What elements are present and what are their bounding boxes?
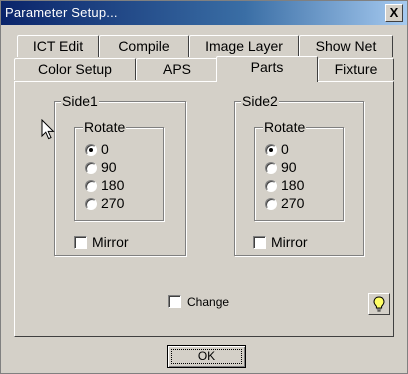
tab-parts[interactable]: Parts	[216, 56, 318, 82]
parts-tab-panel: Side1 Rotate 0 90 180 270 Mirror Side2 R…	[14, 81, 394, 337]
radio-label: 270	[101, 195, 125, 211]
side1-group: Side1 Rotate 0 90 180 270 Mirror	[54, 93, 186, 256]
radio-label: 90	[101, 159, 117, 175]
tab-label: APS	[162, 61, 191, 77]
side2-mirror-label: Mirror	[271, 234, 308, 250]
close-icon: X	[389, 5, 399, 20]
tab-image-layer[interactable]: Image Layer	[189, 35, 299, 57]
hint-button[interactable]	[368, 293, 390, 315]
tab-color-setup[interactable]: Color Setup	[14, 58, 136, 80]
lightbulb-icon	[373, 296, 385, 312]
side2-rotate-group: Rotate 0 90 180 270	[254, 119, 344, 221]
radio-button[interactable]	[85, 180, 97, 192]
tab-aps[interactable]: APS	[136, 58, 218, 80]
radio-button[interactable]	[85, 198, 97, 210]
tab-ict-edit[interactable]: ICT Edit	[17, 35, 99, 57]
tab-compile[interactable]: Compile	[99, 35, 189, 57]
radio-button[interactable]	[265, 144, 277, 156]
close-button[interactable]: X	[385, 4, 403, 22]
radio-button[interactable]	[85, 144, 97, 156]
tab-label: Color Setup	[38, 61, 112, 77]
tab-label: Compile	[118, 38, 170, 54]
tab-label: Image Layer	[205, 38, 283, 54]
radio-label: 180	[101, 177, 125, 193]
window-title: Parameter Setup...	[5, 5, 118, 20]
side1-rotate-group: Rotate 0 90 180 270	[74, 119, 164, 221]
ok-button[interactable]: OK	[167, 345, 246, 368]
title-bar[interactable]: Parameter Setup... X	[1, 1, 407, 25]
side1-mirror-label: Mirror	[92, 234, 129, 250]
side1-title: Side1	[61, 93, 99, 109]
mouse-pointer-icon	[41, 119, 55, 140]
radio-button[interactable]	[265, 198, 277, 210]
radio-button[interactable]	[265, 162, 277, 174]
parameter-setup-dialog: Parameter Setup... X ICT Edit Compile Im…	[0, 0, 408, 374]
tab-label: ICT Edit	[32, 38, 84, 54]
radio-label: 0	[281, 141, 289, 157]
side2-mirror-checkbox[interactable]	[253, 236, 266, 249]
side1-rotate-title: Rotate	[83, 119, 127, 135]
tab-label: Show Net	[315, 38, 377, 54]
side2-title: Side2	[241, 93, 279, 109]
radio-label: 180	[281, 177, 305, 193]
side2-rotate-title: Rotate	[263, 119, 307, 135]
change-label: Change	[187, 295, 230, 309]
radio-button[interactable]	[265, 180, 277, 192]
side1-mirror-checkbox[interactable]	[74, 236, 87, 249]
change-checkbox[interactable]	[168, 295, 181, 308]
radio-label: 90	[281, 159, 297, 175]
radio-label: 0	[101, 141, 109, 157]
tab-label: Parts	[250, 59, 284, 75]
tab-label: Fixture	[334, 61, 378, 77]
radio-button[interactable]	[85, 162, 97, 174]
tab-fixture[interactable]: Fixture	[318, 58, 394, 80]
radio-label: 270	[281, 195, 305, 211]
tab-show-net[interactable]: Show Net	[299, 35, 393, 57]
focus-rectangle	[171, 349, 242, 364]
side2-group: Side2 Rotate 0 90 180 270 Mirror	[234, 93, 364, 256]
